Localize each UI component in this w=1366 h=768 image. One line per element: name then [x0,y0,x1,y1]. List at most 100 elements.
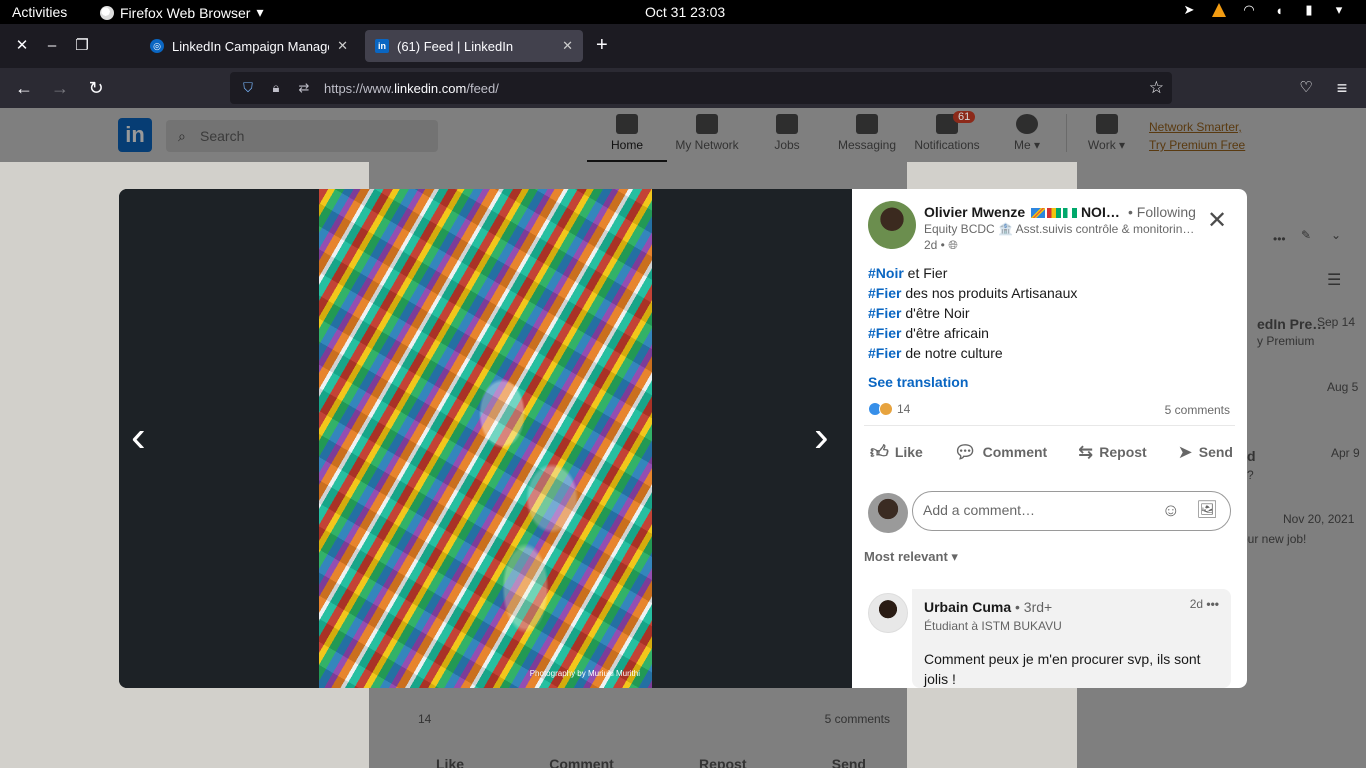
comment-input[interactable]: Add a comment… ☺ 🖼︎ [912,491,1231,531]
commenter-name[interactable]: Urbain Cuma [924,599,1011,615]
comment-count[interactable]: 5 comments [825,712,890,726]
wifi-icon[interactable]: ◠ [1242,2,1256,17]
repost-button[interactable]: Repost [699,756,746,768]
close-icon[interactable]: ✕ [1202,206,1232,236]
reaction-summary[interactable]: 14 [868,402,910,416]
premium-link[interactable]: Network Smarter, Try Premium Free [1149,118,1245,154]
app-menu[interactable]: Firefox Web Browser ▾ [100,4,263,21]
repost-button[interactable]: ⇆ Repost [1072,435,1153,469]
system-tray[interactable]: ➤ ◠ ◖ ▮ ▾ [1182,2,1346,18]
sidebar-item-title[interactable]: edIn Pre… [1257,316,1326,332]
restore-icon[interactable]: ❐ [72,36,92,56]
menu-icon[interactable]: ≡ [1330,76,1354,100]
nav-jobs[interactable]: Jobs [747,114,827,152]
nav-work[interactable]: Work ▾ [1066,114,1146,152]
linkedin-logo[interactable]: in [118,118,152,152]
volume-icon[interactable]: ◖ [1272,3,1286,18]
filter-icon[interactable]: ☰ [1327,270,1341,290]
image-icon[interactable]: 🖼︎ [1196,500,1218,520]
comment-icon: 💬︎ [953,441,977,462]
next-image-icon[interactable]: › [814,407,829,467]
nav-notifications[interactable]: Notifications 61 [907,111,987,152]
author-avatar[interactable] [868,201,916,249]
post-line: #Noir et Fier [868,265,948,281]
close-tab-icon[interactable]: ✕ [562,38,573,54]
new-tab-icon[interactable]: + [596,34,608,57]
like-button[interactable]: 👍︎ Like [864,435,929,469]
post-line: #Fier d'être africain [868,325,989,341]
telegram-icon[interactable]: ➤ [1182,2,1196,17]
compose-icon[interactable]: ✎ [1301,228,1311,242]
tab-campaign-manager[interactable]: ◎ LinkedIn Campaign Manager ✕ [140,30,358,62]
sidebar-item-date: Aug 5 [1327,380,1359,394]
thumbs-up-icon: 👍︎ [870,442,889,462]
reload-icon[interactable]: ↻ [84,76,108,100]
tab-linkedin-feed[interactable]: in (61) Feed | LinkedIn ✕ [365,30,583,62]
home-icon [616,114,638,134]
battery-icon[interactable]: ▮ [1302,2,1316,17]
previous-image-icon[interactable]: ‹ [131,407,146,467]
commenter-avatar[interactable] [868,593,908,633]
comment-button[interactable]: 💬︎ Comment [948,435,1053,469]
bookmark-star-icon[interactable]: ☆ [1149,78,1164,98]
nav-messaging[interactable]: Messaging [827,114,907,152]
hashtag-link[interactable]: #Noir [868,265,904,281]
see-translation-button[interactable]: See translation [868,374,968,390]
minimize-icon[interactable]: – [42,36,62,56]
send-button[interactable]: Send [832,756,866,768]
reaction-count[interactable]: 14 [418,712,431,726]
close-window-icon[interactable]: ✕ [12,36,32,56]
activities-button[interactable]: Activities [12,4,67,20]
clock[interactable]: Oct 31 23:03 [645,4,725,20]
notification-badge: 61 [953,111,976,123]
chevron-down-icon: ▾ [256,4,264,20]
flag-icon [1047,208,1062,219]
nav-my-network[interactable]: My Network [667,114,747,152]
sidebar-item-title[interactable]: d [1247,448,1256,464]
connection-degree: • 3rd+ [1011,599,1053,615]
more-icon[interactable]: ••• [1206,597,1219,611]
sort-comments-dropdown[interactable]: Most relevant ▾ [864,549,958,565]
grid-icon [1095,114,1118,134]
comment-count[interactable]: 5 comments [1165,403,1230,417]
hashtag-link[interactable]: #Fier [868,305,901,321]
post-age: 2d • 🌐︎ [924,238,958,252]
message-icon [856,114,878,134]
lock-icon[interactable]: 🔒︎ [268,80,284,96]
forward-icon[interactable]: → [48,76,72,100]
search-input[interactable]: ⌕ Search [166,120,438,152]
hashtag-link[interactable]: #Fier [868,325,901,341]
insightful-reaction-icon [879,402,893,416]
comment-button[interactable]: Comment [549,756,614,768]
send-button[interactable]: ➤ Send [1172,435,1239,469]
linkedin-icon: in [375,39,389,53]
chevron-down-icon[interactable]: ▾ [1332,2,1346,17]
browser-nav-bar: ← → ↻ ⛉ 🔒︎ ⇄ https://www.linkedin.com/fe… [0,68,1366,108]
like-button[interactable]: Like [436,756,464,768]
back-icon[interactable]: ← [12,76,36,100]
send-icon: ➤ [1177,441,1193,462]
sidebar-item-sub: ? [1247,468,1254,482]
shield-icon[interactable]: ⛉ [240,80,256,96]
browser-tab-bar: ✕ – ❐ ◎ LinkedIn Campaign Manager ✕ in (… [0,24,1366,68]
permissions-icon[interactable]: ⇄ [296,80,312,96]
chevron-down-icon[interactable]: ⌄ [1331,228,1341,242]
close-tab-icon[interactable]: ✕ [337,38,348,54]
url-bar[interactable]: ⛉ 🔒︎ ⇄ https://www.linkedin.com/feed/ ☆ [230,72,1172,104]
more-icon[interactable]: ••• [1273,232,1286,246]
photo-credit: Photography by Muriuki Murithi [529,669,640,678]
pocket-icon[interactable]: ♡ [1294,76,1318,100]
current-user-avatar[interactable] [868,493,908,533]
nav-home[interactable]: Home [587,114,667,162]
post-image-modal: ‹ Photography by Muriuki Murithi › Olivi… [119,189,1247,688]
emoji-icon[interactable]: ☺ [1162,500,1180,521]
url-text[interactable]: https://www.linkedin.com/feed/ [324,81,499,96]
post-photo-beaded-crafts[interactable]: Photography by Muriuki Murithi [319,189,652,688]
following-status[interactable]: • Following [1128,204,1196,220]
hashtag-link[interactable]: #Fier [868,285,901,301]
vlc-icon[interactable] [1212,3,1226,17]
firefox-icon [100,5,114,20]
author-name[interactable]: Olivier Mwenze NOI… [924,204,1120,220]
nav-me[interactable]: Me ▾ [987,114,1067,152]
hashtag-link[interactable]: #Fier [868,345,901,361]
